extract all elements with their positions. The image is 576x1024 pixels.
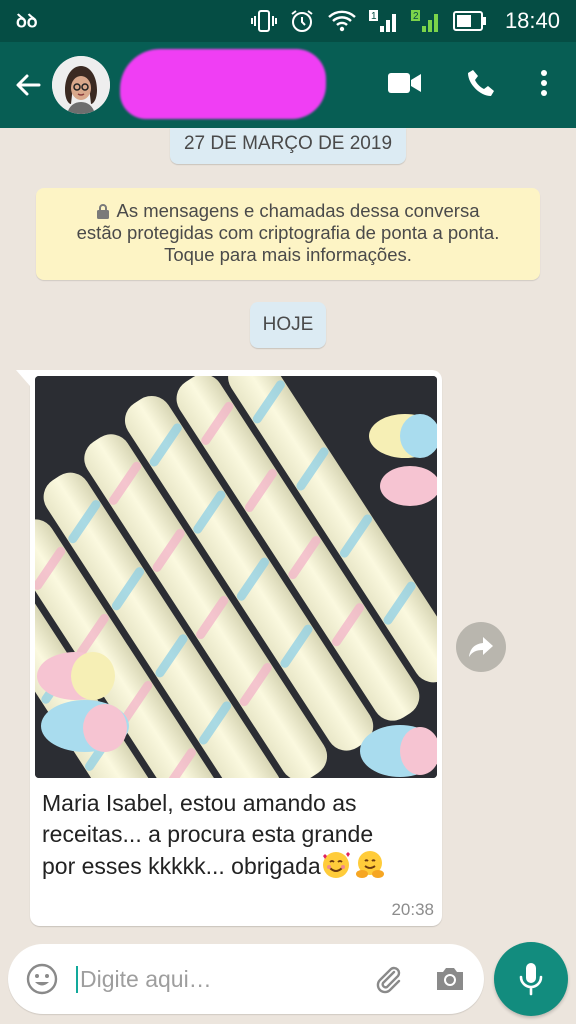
- camera-button[interactable]: [430, 959, 470, 999]
- alarm-icon: [289, 8, 315, 34]
- message-line3: por esses kkkkk... obrigada: [42, 853, 321, 879]
- emoji-button[interactable]: [22, 959, 62, 999]
- message-bubble[interactable]: Maria Isabel, estou amando as receitas..…: [16, 370, 442, 926]
- encryption-notice-line2: estão protegidas com criptografia de pon…: [76, 222, 500, 243]
- emoji-icon: [26, 963, 58, 995]
- back-button[interactable]: [4, 42, 52, 128]
- message-input-bar: [8, 944, 484, 1014]
- encryption-notice[interactable]: As mensagens e chamadas dessa conversa e…: [36, 188, 540, 280]
- clock: 18:40: [504, 8, 560, 33]
- microphone-icon: [519, 963, 543, 996]
- header-actions: [388, 68, 548, 103]
- smiling-face-with-hearts-icon: [322, 852, 350, 878]
- paperclip-icon: [376, 966, 401, 994]
- hugging-face-icon: [355, 851, 384, 878]
- forward-button[interactable]: [456, 622, 506, 672]
- avatar[interactable]: [52, 56, 110, 114]
- notification-icon: ꝺꝺ: [16, 11, 38, 31]
- signal-icon: 2: [410, 8, 441, 34]
- more-vert-icon[interactable]: [540, 69, 548, 102]
- voice-message-button[interactable]: [494, 942, 568, 1016]
- sim1-label: 1: [371, 11, 377, 22]
- message-time: 20:38: [391, 900, 434, 919]
- contact-name-redacted[interactable]: [120, 49, 326, 119]
- arrow-left-icon: [16, 74, 41, 96]
- wifi-icon: [327, 9, 357, 33]
- today-chip: HOJE: [250, 302, 326, 348]
- attach-button[interactable]: [368, 959, 408, 999]
- chat-header: [0, 42, 576, 128]
- message-text: Maria Isabel, estou amando as receitas..…: [42, 788, 432, 882]
- redaction-scribble: [120, 49, 326, 119]
- message-photo[interactable]: [35, 376, 437, 778]
- message-input[interactable]: [76, 965, 346, 993]
- sim2-label: 2: [413, 11, 419, 22]
- message-line2: receitas... a procura esta grande: [42, 821, 374, 847]
- forward-icon: [469, 637, 493, 657]
- battery-icon: [452, 10, 487, 32]
- status-bar: ꝺꝺ 1 2 18:40: [0, 0, 576, 42]
- chat-area[interactable]: 27 DE MARÇO DE 2019 As mensagens e chama…: [0, 128, 576, 940]
- camera-icon: [437, 968, 463, 990]
- video-call-icon[interactable]: [388, 72, 422, 99]
- encryption-notice-line1: As mensagens e chamadas dessa conversa: [116, 200, 480, 221]
- phone-icon[interactable]: [466, 68, 496, 103]
- lock-icon: [97, 204, 110, 219]
- signal-icon: 1: [368, 8, 399, 34]
- status-icons: 1 2 18:40: [250, 8, 560, 34]
- vibrate-icon: [250, 8, 277, 34]
- date-chip: 27 DE MARÇO DE 2019: [170, 128, 406, 164]
- message-line1: Maria Isabel, estou amando as: [42, 790, 357, 816]
- encryption-notice-line3: Toque para mais informações.: [164, 244, 412, 265]
